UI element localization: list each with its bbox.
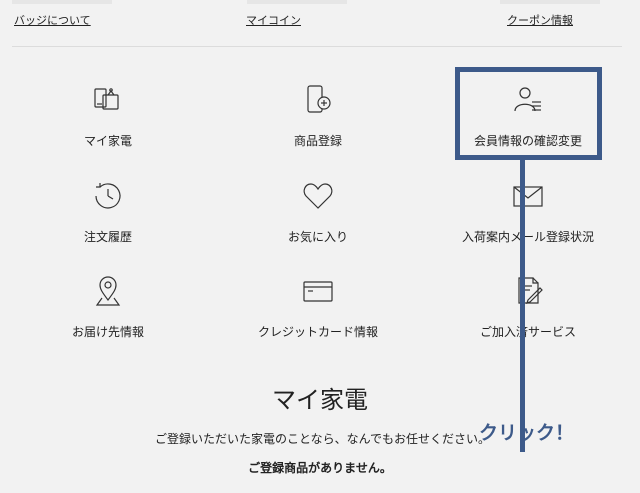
empty-message: ご登録商品がありません。: [248, 461, 392, 475]
heart-icon: [300, 178, 336, 214]
section-description: ご登録いただいた家電のことなら、なんでもお任せください。: [155, 432, 491, 446]
menu-item-label: ご加入済サービス: [479, 325, 576, 339]
top-tab-bar: [247, 0, 347, 4]
menu-item-label: 会員情報の確認変更: [473, 134, 582, 148]
menu-item-delivery-address[interactable]: お届け先情報: [8, 273, 208, 363]
click-annotation: クリック！: [479, 422, 575, 444]
top-tab-bar: [12, 0, 112, 4]
top-links-bar: バッジについて マイコイン クーポン情報: [0, 0, 640, 46]
badge-info-link[interactable]: バッジについて: [14, 12, 91, 28]
my-coin-link[interactable]: マイコイン: [246, 12, 301, 28]
menu-item-member-info[interactable]: 会員情報の確認変更: [428, 82, 628, 172]
credit-card-icon: [300, 273, 336, 309]
clock-icon: [90, 178, 126, 214]
section-title: マイ家電: [272, 386, 368, 414]
menu-item-label: 入荷案内メール登録状況: [461, 230, 594, 244]
menu-item-label: お気に入り: [287, 230, 348, 244]
menu-item-label: 注文履歴: [83, 230, 132, 244]
appliance-icon: [90, 82, 126, 118]
menu-item-label: お届け先情報: [71, 325, 144, 339]
divider: [12, 46, 622, 47]
menu-item-credit-card[interactable]: クレジットカード情報: [218, 273, 418, 363]
menu-item-favorites[interactable]: お気に入り: [218, 178, 418, 268]
menu-item-my-appliances[interactable]: マイ家電: [8, 82, 208, 172]
coupon-info-link[interactable]: クーポン情報: [507, 12, 573, 28]
member-info-icon: [510, 82, 546, 118]
menu-item-label: クレジットカード情報: [257, 325, 378, 339]
service-document-icon: [510, 273, 546, 309]
menu-item-product-register[interactable]: 商品登録: [218, 82, 418, 172]
product-register-icon: [300, 82, 336, 118]
menu-item-order-history[interactable]: 注文履歴: [8, 178, 208, 268]
menu-item-subscribed-services[interactable]: ご加入済サービス: [428, 273, 628, 363]
envelope-icon: [510, 178, 546, 214]
top-tab-bar: [500, 0, 600, 4]
menu-item-restock-mail[interactable]: 入荷案内メール登録状況: [428, 178, 628, 268]
location-pin-icon: [90, 273, 126, 309]
menu-item-label: 商品登録: [293, 134, 342, 148]
menu-item-label: マイ家電: [83, 134, 132, 148]
